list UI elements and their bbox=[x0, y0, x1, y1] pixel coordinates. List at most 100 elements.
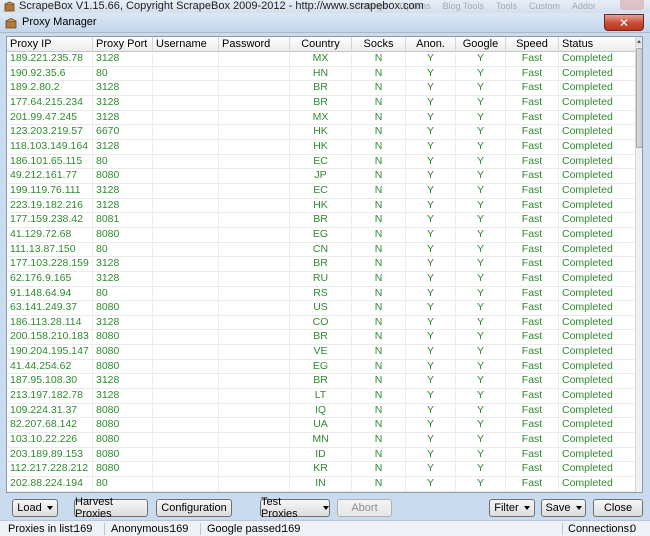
table-row[interactable]: 189.221.235.78 3128 MX N Y Y Fast Completed bbox=[7, 52, 637, 67]
scroll-up-arrow-icon[interactable] bbox=[636, 37, 642, 47]
cell-country: RU bbox=[290, 271, 352, 286]
cell-socks: N bbox=[352, 198, 406, 213]
abort-button[interactable]: Abort bbox=[337, 499, 392, 517]
cell-speed: Fast bbox=[506, 110, 559, 125]
cell-username bbox=[153, 374, 219, 389]
table-row[interactable]: 112.217.228.212 8080 KR N Y Y Fast Completed bbox=[7, 462, 637, 478]
table-row[interactable]: 201.99.47.245 3128 MX N Y Y Fast Completed bbox=[7, 110, 637, 126]
chevron-down-icon bbox=[523, 506, 530, 510]
window-title: Proxy Manager bbox=[22, 16, 97, 28]
proxy-grid[interactable]: Proxy IP Proxy Port Username Password Co… bbox=[6, 36, 643, 493]
cell-username bbox=[153, 52, 219, 66]
cell-country: EG bbox=[290, 227, 352, 242]
cell-anon: Y bbox=[406, 198, 456, 213]
table-row[interactable]: 103.10.22.226 8080 MN N Y Y Fast Completed bbox=[7, 433, 637, 448]
cell-status: Completed bbox=[562, 330, 613, 343]
cell-google: Y bbox=[456, 315, 506, 330]
table-row[interactable]: 41.129.72.68 8080 EG N Y Y Fast Completed bbox=[7, 227, 637, 243]
cell-status: Completed bbox=[562, 213, 613, 226]
column-header-socks[interactable]: Socks bbox=[352, 37, 406, 52]
cell-socks: N bbox=[352, 315, 406, 330]
table-row[interactable]: 202.88.224.194 80 IN N Y Y Fast Completed bbox=[7, 477, 637, 492]
configuration-button[interactable]: Configuration bbox=[156, 499, 232, 517]
column-header-speed[interactable]: Speed bbox=[506, 37, 559, 52]
cell-google: Y bbox=[456, 139, 506, 154]
cell-proxy-port: 8081 bbox=[93, 213, 153, 227]
table-row[interactable]: 177.64.215.234 3128 BR N Y Y Fast Completed bbox=[7, 95, 637, 111]
cell-status: Completed bbox=[562, 301, 613, 314]
table-row[interactable]: 62.176.9.165 3128 RU N Y Y Fast Completed bbox=[7, 271, 637, 287]
column-header-anon[interactable]: Anon. bbox=[406, 37, 456, 52]
cell-status: Completed bbox=[562, 345, 613, 358]
cell-country: VE bbox=[290, 345, 352, 359]
table-row[interactable]: 213.197.182.78 3128 LT N Y Y Fast Completed bbox=[7, 389, 637, 404]
table-row[interactable]: 190.92.35.6 80 HN N Y Y Fast Completed bbox=[7, 66, 637, 82]
table-row[interactable]: 91.148.64.94 80 RS N Y Y Fast Completed bbox=[7, 286, 637, 302]
cell-proxy-ip: 177.159.238.42 bbox=[7, 213, 93, 227]
table-row[interactable]: 223.19.182.216 3128 HK N Y Y Fast Completed bbox=[7, 198, 637, 214]
cell-socks: N bbox=[352, 81, 406, 95]
cell-google: Y bbox=[456, 403, 506, 418]
cell-password bbox=[219, 125, 290, 139]
cell-socks: N bbox=[352, 213, 406, 227]
cell-proxy-ip: 118.103.149.164 bbox=[7, 139, 93, 154]
column-header-country[interactable]: Country bbox=[290, 37, 352, 52]
cell-username bbox=[153, 154, 219, 169]
table-row[interactable]: 200.158.210.183 8080 BR N Y Y Fast Completed bbox=[7, 330, 637, 346]
cell-speed: Fast bbox=[506, 477, 559, 491]
table-row[interactable]: 186.101.65.115 80 EC N Y Y Fast Completed bbox=[7, 154, 637, 170]
vertical-scrollbar[interactable] bbox=[635, 37, 642, 492]
app-title-bar: ScrapeBox V1.15.66, Copyright ScrapeBox … bbox=[0, 0, 650, 13]
table-row[interactable]: 203.189.89.153 8080 ID N Y Y Fast Completed bbox=[7, 447, 637, 463]
filter-button[interactable]: Filter bbox=[489, 499, 535, 517]
cell-username bbox=[153, 403, 219, 418]
harvest-proxies-button[interactable]: Harvest Proxies bbox=[74, 496, 148, 520]
table-row[interactable]: 186.113.28.114 3128 CO N Y Y Fast Completed bbox=[7, 315, 637, 331]
column-header-proxy-ip[interactable]: Proxy IP bbox=[7, 37, 93, 52]
cell-socks: N bbox=[352, 154, 406, 169]
table-row[interactable]: 189.2.80.2 3128 BR N Y Y Fast Completed bbox=[7, 81, 637, 96]
cell-anon: Y bbox=[406, 447, 456, 462]
table-row[interactable]: 190.204.195.147 8080 VE N Y Y Fast Completed bbox=[7, 345, 637, 360]
cell-proxy-ip: 201.99.47.245 bbox=[7, 110, 93, 125]
cell-proxy-port: 8080 bbox=[93, 301, 153, 315]
column-header-status[interactable]: Status bbox=[559, 37, 637, 52]
cell-password bbox=[219, 315, 290, 330]
window-close-button[interactable]: ✕ bbox=[604, 14, 644, 31]
table-row[interactable]: 41.44.254.62 8080 EG N Y Y Fast Completed bbox=[7, 359, 637, 375]
cell-username bbox=[153, 359, 219, 374]
save-button[interactable]: Save bbox=[541, 499, 586, 517]
table-row[interactable]: 199.119.76.111 3128 EC N Y Y Fast Completed bbox=[7, 183, 637, 199]
load-button[interactable]: Load bbox=[12, 499, 58, 517]
connections-value: 0 bbox=[630, 523, 637, 535]
cell-password bbox=[219, 66, 290, 81]
cell-proxy-port: 3128 bbox=[93, 52, 153, 66]
test-proxies-label: Test Proxies bbox=[261, 496, 298, 520]
column-header-password[interactable]: Password bbox=[219, 37, 290, 52]
close-button[interactable]: Close bbox=[593, 499, 643, 517]
column-header-google[interactable]: Google bbox=[456, 37, 506, 52]
table-row[interactable]: 111.13.87.150 80 CN N Y Y Fast Completed bbox=[7, 242, 637, 258]
table-row[interactable]: 187.95.108.30 3128 BR N Y Y Fast Completed bbox=[7, 374, 637, 390]
column-header-proxy-port[interactable]: Proxy Port bbox=[93, 37, 153, 52]
table-row[interactable]: 177.103.228.159 3128 BR N Y Y Fast Completed bbox=[7, 257, 637, 272]
table-row[interactable]: 109.224.31.37 8080 IQ N Y Y Fast Completed bbox=[7, 403, 637, 419]
table-row[interactable]: 63.141.249.37 8080 US N Y Y Fast Completed bbox=[7, 301, 637, 316]
table-row[interactable]: 118.103.149.164 3128 HK N Y Y Fast Completed bbox=[7, 139, 637, 155]
cell-anon: Y bbox=[406, 359, 456, 374]
test-proxies-button[interactable]: Test Proxies bbox=[260, 496, 330, 520]
cell-country: BR bbox=[290, 330, 352, 345]
cell-proxy-ip: 111.13.87.150 bbox=[7, 242, 93, 257]
table-row[interactable]: 82.207.68.142 8080 UA N Y Y Fast Completed bbox=[7, 418, 637, 434]
cell-password bbox=[219, 389, 290, 403]
table-row[interactable]: 49.212.161.77 8080 JP N Y Y Fast Completed bbox=[7, 169, 637, 184]
table-row[interactable]: 177.159.238.42 8081 BR N Y Y Fast Completed bbox=[7, 213, 637, 228]
table-row[interactable]: 123.203.219.57 6670 HK N Y Y Fast Completed bbox=[7, 125, 637, 140]
column-header-username[interactable]: Username bbox=[153, 37, 219, 52]
status-bar: Proxies in list: 169 Anonymous: 169 Goog… bbox=[0, 520, 650, 536]
cell-country: RS bbox=[290, 286, 352, 301]
cell-country: BR bbox=[290, 257, 352, 271]
cell-proxy-ip: 213.197.182.78 bbox=[7, 389, 93, 403]
cell-country: EC bbox=[290, 154, 352, 169]
scrollbar-thumb[interactable] bbox=[636, 48, 642, 148]
